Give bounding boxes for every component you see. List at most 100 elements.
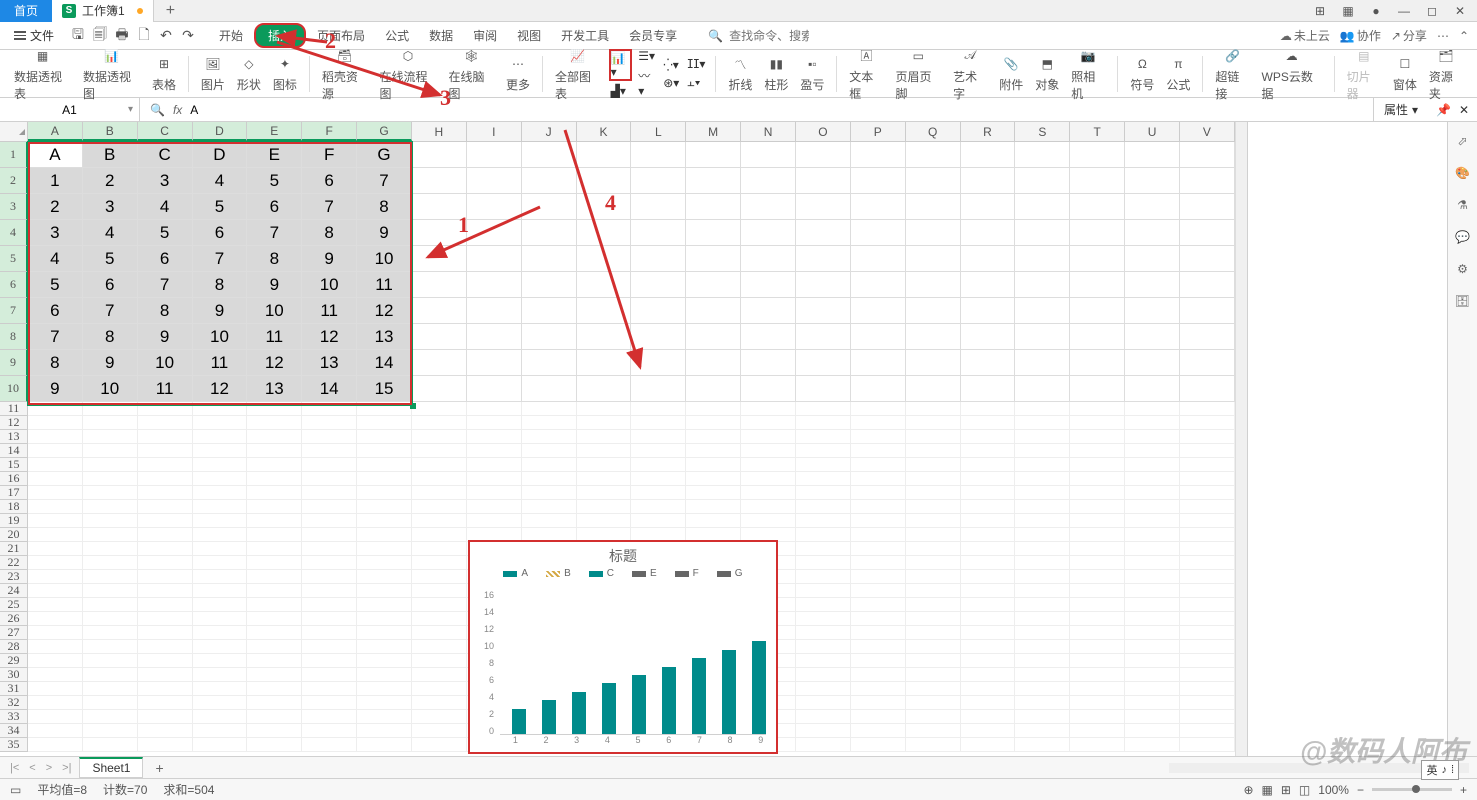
cell-O27[interactable] — [796, 626, 851, 640]
ribbon-object[interactable]: ⬒对象 — [1031, 52, 1063, 95]
cell-O5[interactable] — [796, 246, 851, 272]
cell-T15[interactable] — [1070, 458, 1125, 472]
cell-Q13[interactable] — [906, 430, 961, 444]
menu-tab-1[interactable]: 插入 — [254, 23, 306, 48]
cell-D27[interactable] — [193, 626, 248, 640]
row-header-18[interactable]: 18 — [0, 500, 28, 514]
view-grid-icon[interactable]: ⊞ — [1281, 783, 1291, 797]
cell-U9[interactable] — [1125, 350, 1180, 376]
close-button[interactable]: ✕ — [1451, 2, 1469, 20]
cell-F12[interactable] — [302, 416, 357, 430]
cell-O16[interactable] — [796, 472, 851, 486]
ribbon-sparkline-col[interactable]: ▮▮柱形 — [760, 52, 792, 95]
cell-P15[interactable] — [851, 458, 906, 472]
cell-F27[interactable] — [302, 626, 357, 640]
cell-O13[interactable] — [796, 430, 851, 444]
cell-U34[interactable] — [1125, 724, 1180, 738]
cell-A9[interactable]: 8 — [28, 350, 83, 376]
cell-O17[interactable] — [796, 486, 851, 500]
ribbon-sparkline-line[interactable]: 〽折线 — [724, 52, 756, 95]
col-header-O[interactable]: O — [796, 122, 851, 141]
cell-U11[interactable] — [1125, 402, 1180, 416]
cell-P35[interactable] — [851, 738, 906, 752]
style-icon[interactable]: 🎨 — [1454, 164, 1472, 182]
cell-T32[interactable] — [1070, 696, 1125, 710]
cell-F15[interactable] — [302, 458, 357, 472]
ribbon-radar[interactable]: ⊛▾ — [661, 75, 681, 91]
cell-K8[interactable] — [577, 324, 632, 350]
cell-B29[interactable] — [83, 654, 138, 668]
cell-L17[interactable] — [631, 486, 686, 500]
cell-C8[interactable]: 9 — [138, 324, 193, 350]
cell-M15[interactable] — [686, 458, 741, 472]
cell-F14[interactable] — [302, 444, 357, 458]
cell-T14[interactable] — [1070, 444, 1125, 458]
cell-B28[interactable] — [83, 640, 138, 654]
cell-M18[interactable] — [686, 500, 741, 514]
cell-C25[interactable] — [138, 598, 193, 612]
cell-T19[interactable] — [1070, 514, 1125, 528]
cell-E1[interactable]: E — [247, 142, 302, 168]
cell-U1[interactable] — [1125, 142, 1180, 168]
cell-T6[interactable] — [1070, 272, 1125, 298]
cell-J9[interactable] — [522, 350, 577, 376]
cell-D4[interactable]: 6 — [193, 220, 248, 246]
cell-A5[interactable]: 4 — [28, 246, 83, 272]
cell-A13[interactable] — [28, 430, 83, 444]
cell-A30[interactable] — [28, 668, 83, 682]
cell-I6[interactable] — [467, 272, 522, 298]
cell-E26[interactable] — [247, 612, 302, 626]
cell-K11[interactable] — [577, 402, 632, 416]
cell-E12[interactable] — [247, 416, 302, 430]
cell-S34[interactable] — [1015, 724, 1070, 738]
cell-G12[interactable] — [357, 416, 412, 430]
cell-B26[interactable] — [83, 612, 138, 626]
cell-P10[interactable] — [851, 376, 906, 402]
cell-F25[interactable] — [302, 598, 357, 612]
cell-J12[interactable] — [522, 416, 577, 430]
cell-S31[interactable] — [1015, 682, 1070, 696]
cell-O6[interactable] — [796, 272, 851, 298]
cell-A19[interactable] — [28, 514, 83, 528]
cell-C22[interactable] — [138, 556, 193, 570]
cell-I4[interactable] — [467, 220, 522, 246]
cell-B3[interactable]: 3 — [83, 194, 138, 220]
cell-D2[interactable]: 4 — [193, 168, 248, 194]
cell-R34[interactable] — [961, 724, 1016, 738]
cell-F16[interactable] — [302, 472, 357, 486]
cell-C32[interactable] — [138, 696, 193, 710]
row-header-29[interactable]: 29 — [0, 654, 28, 668]
cell-T10[interactable] — [1070, 376, 1125, 402]
col-header-L[interactable]: L — [631, 122, 686, 141]
cell-F8[interactable]: 12 — [302, 324, 357, 350]
cell-H29[interactable] — [412, 654, 467, 668]
row-header-8[interactable]: 8 — [0, 324, 28, 350]
cell-S28[interactable] — [1015, 640, 1070, 654]
cell-K10[interactable] — [577, 376, 632, 402]
sheet-first-icon[interactable]: |< — [8, 762, 21, 774]
sheet-grid[interactable]: ABCDEFGHIJKLMNOPQRSTUV 1ABCDEFG212345673… — [0, 122, 1235, 756]
cell-B12[interactable] — [83, 416, 138, 430]
cell-B14[interactable] — [83, 444, 138, 458]
cell-G22[interactable] — [357, 556, 412, 570]
cell-P1[interactable] — [851, 142, 906, 168]
cell-F2[interactable]: 6 — [302, 168, 357, 194]
new-tab-button[interactable]: + — [154, 2, 187, 20]
cell-D13[interactable] — [193, 430, 248, 444]
cell-G34[interactable] — [357, 724, 412, 738]
cell-J7[interactable] — [522, 298, 577, 324]
cell-D7[interactable]: 9 — [193, 298, 248, 324]
cell-K3[interactable] — [577, 194, 632, 220]
cell-L11[interactable] — [631, 402, 686, 416]
cell-L13[interactable] — [631, 430, 686, 444]
cell-D1[interactable]: D — [193, 142, 248, 168]
cell-C15[interactable] — [138, 458, 193, 472]
cell-Q22[interactable] — [906, 556, 961, 570]
cell-F17[interactable] — [302, 486, 357, 500]
more-icon[interactable]: ⋯ — [1437, 29, 1449, 43]
cell-E4[interactable]: 7 — [247, 220, 302, 246]
ribbon-scatter[interactable]: ⁛▾ — [661, 57, 681, 73]
cell-R18[interactable] — [961, 500, 1016, 514]
cell-A24[interactable] — [28, 584, 83, 598]
cell-G7[interactable]: 12 — [357, 298, 412, 324]
